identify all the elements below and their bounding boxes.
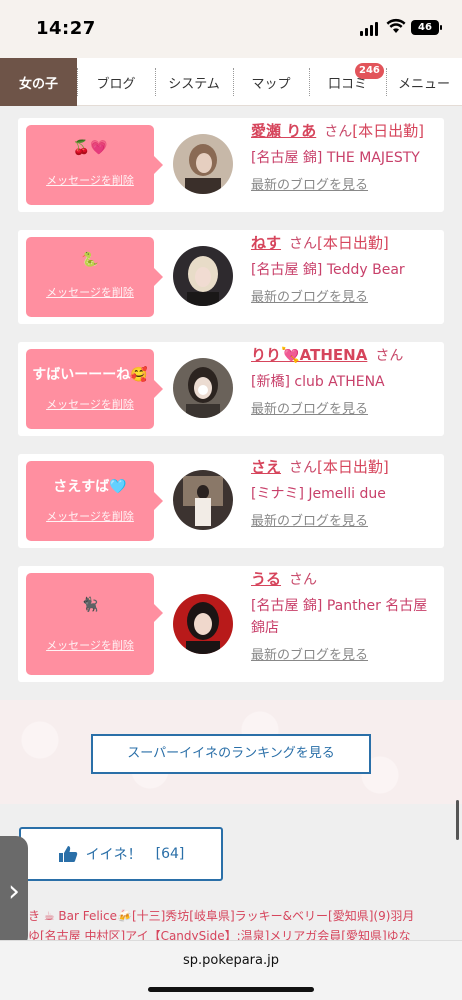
reviews-count-badge: 246 — [355, 63, 384, 79]
super-like-ranking-button[interactable]: スーパーイイネのランキングを見る — [91, 734, 371, 774]
battery-icon: 46 — [411, 20, 442, 35]
url-text[interactable]: sp.pokepara.jp — [0, 953, 462, 968]
girl-card: すばいーーーね🥰 メッセージを削除 りり💘ATHENA さん [新橋] club … — [18, 342, 444, 436]
nav-blog[interactable]: ブログ — [77, 58, 155, 106]
latest-blog-link[interactable]: 最新のブログを見る — [251, 398, 441, 417]
delete-message-link[interactable]: メッセージを削除 — [26, 396, 154, 412]
like-count: [64] — [155, 846, 185, 862]
delete-message-link[interactable]: メッセージを削除 — [26, 284, 154, 300]
browser-url-bar[interactable]: sp.pokepara.jp — [0, 940, 462, 1000]
ticker-line[interactable]: き ☕ Bar Felice🍻[十三]秀坊[岐阜県]ラッキー&ベリー[愛知県](… — [28, 906, 462, 926]
avatar[interactable] — [173, 358, 233, 418]
attendance-status: [本日出勤] — [317, 458, 389, 476]
latest-blog-link[interactable]: 最新のブログを見る — [251, 510, 441, 529]
favorite-girls-list: 🍒💗 メッセージを削除 愛瀬 りあ さん[本日出勤] [名古屋 錦] THE MA… — [0, 106, 462, 706]
girl-name-link[interactable]: ねす — [251, 234, 281, 252]
girl-name-link[interactable]: さえ — [251, 458, 281, 476]
like-label: イイネ！ — [85, 847, 142, 863]
shop-name[interactable]: [名古屋 錦] THE MAJESTY — [251, 147, 441, 167]
chevron-right-icon: › — [8, 874, 20, 909]
shop-name-continued[interactable]: 錦店 — [251, 617, 441, 637]
message-text: さえすば🩵 — [53, 479, 127, 495]
avatar[interactable] — [173, 134, 233, 194]
girl-card: 🐈‍⬛ メッセージを削除 うる さん [名古屋 錦] Panther 名古屋 錦店… — [18, 566, 444, 682]
girl-name-link[interactable]: りり💘ATHENA — [251, 346, 367, 364]
message-bubble: すばいーーーね🥰 メッセージを削除 — [26, 349, 163, 429]
avatar[interactable] — [173, 594, 233, 654]
girl-name-link[interactable]: 愛瀬 りあ — [251, 122, 316, 140]
avatar[interactable] — [173, 246, 233, 306]
message-bubble: 🐈‍⬛ メッセージを削除 — [26, 573, 163, 675]
message-text: 🐈‍⬛ — [81, 597, 99, 613]
delete-message-link[interactable]: メッセージを削除 — [26, 172, 154, 188]
girl-card: さえすば🩵 メッセージを削除 さえ さん[本日出勤] [ミナミ] Jemelli … — [18, 454, 444, 548]
message-text: 🍒💗 — [72, 140, 108, 156]
honorific: さん — [289, 236, 318, 252]
message-text: すばいーーーね🥰 — [32, 367, 148, 383]
nav-map[interactable]: マップ — [233, 58, 309, 106]
honorific: さん — [289, 460, 318, 476]
shop-name[interactable]: [ミナミ] Jemelli due — [251, 483, 441, 503]
girl-card: 🍒💗 メッセージを削除 愛瀬 りあ さん[本日出勤] [名古屋 錦] THE MA… — [18, 118, 444, 212]
scrollbar[interactable] — [456, 800, 459, 840]
nav-reviews[interactable]: 口コミ 246 — [309, 58, 386, 106]
message-text: 🐍 — [81, 252, 99, 268]
attendance-status: [本日出勤] — [352, 122, 424, 140]
message-bubble: さえすば🩵 メッセージを削除 — [26, 461, 163, 541]
nav-system[interactable]: システム — [155, 58, 233, 106]
nav-girls[interactable]: 女の子 — [0, 58, 77, 106]
wifi-icon — [386, 18, 406, 33]
girl-card: 🐍 メッセージを削除 ねす さん[本日出勤] [名古屋 錦] Teddy Bear… — [18, 230, 444, 324]
status-bar: 14:27 46 — [0, 0, 462, 58]
cellular-signal-icon — [360, 22, 378, 36]
shop-name[interactable]: [名古屋 錦] Panther 名古屋 — [251, 595, 441, 615]
clock: 14:27 — [36, 18, 96, 39]
attendance-status: [本日出勤] — [317, 234, 389, 252]
delete-message-link[interactable]: メッセージを削除 — [26, 637, 154, 653]
message-bubble: 🍒💗 メッセージを削除 — [26, 125, 163, 205]
message-bubble: 🐍 メッセージを削除 — [26, 237, 163, 317]
avatar[interactable] — [173, 470, 233, 530]
latest-blog-link[interactable]: 最新のブログを見る — [251, 644, 441, 663]
honorific: さん — [375, 348, 404, 364]
nav-menu[interactable]: メニュー — [386, 58, 462, 106]
honorific: さん — [289, 572, 318, 588]
shop-name[interactable]: [名古屋 錦] Teddy Bear — [251, 259, 441, 279]
home-indicator[interactable] — [148, 987, 314, 992]
delete-message-link[interactable]: メッセージを削除 — [26, 508, 154, 524]
top-nav: 女の子 ブログ システム マップ 口コミ 246 メニュー — [0, 58, 462, 106]
latest-blog-link[interactable]: 最新のブログを見る — [251, 174, 441, 193]
like-button[interactable]: イイネ！ [64] — [19, 827, 223, 881]
girl-name-link[interactable]: うる — [251, 570, 281, 588]
honorific: さん — [324, 124, 353, 140]
shop-name[interactable]: [新橋] club ATHENA — [251, 371, 441, 391]
thumbs-up-icon — [58, 846, 77, 862]
side-drawer-tab[interactable]: › — [0, 836, 28, 948]
latest-blog-link[interactable]: 最新のブログを見る — [251, 286, 441, 305]
